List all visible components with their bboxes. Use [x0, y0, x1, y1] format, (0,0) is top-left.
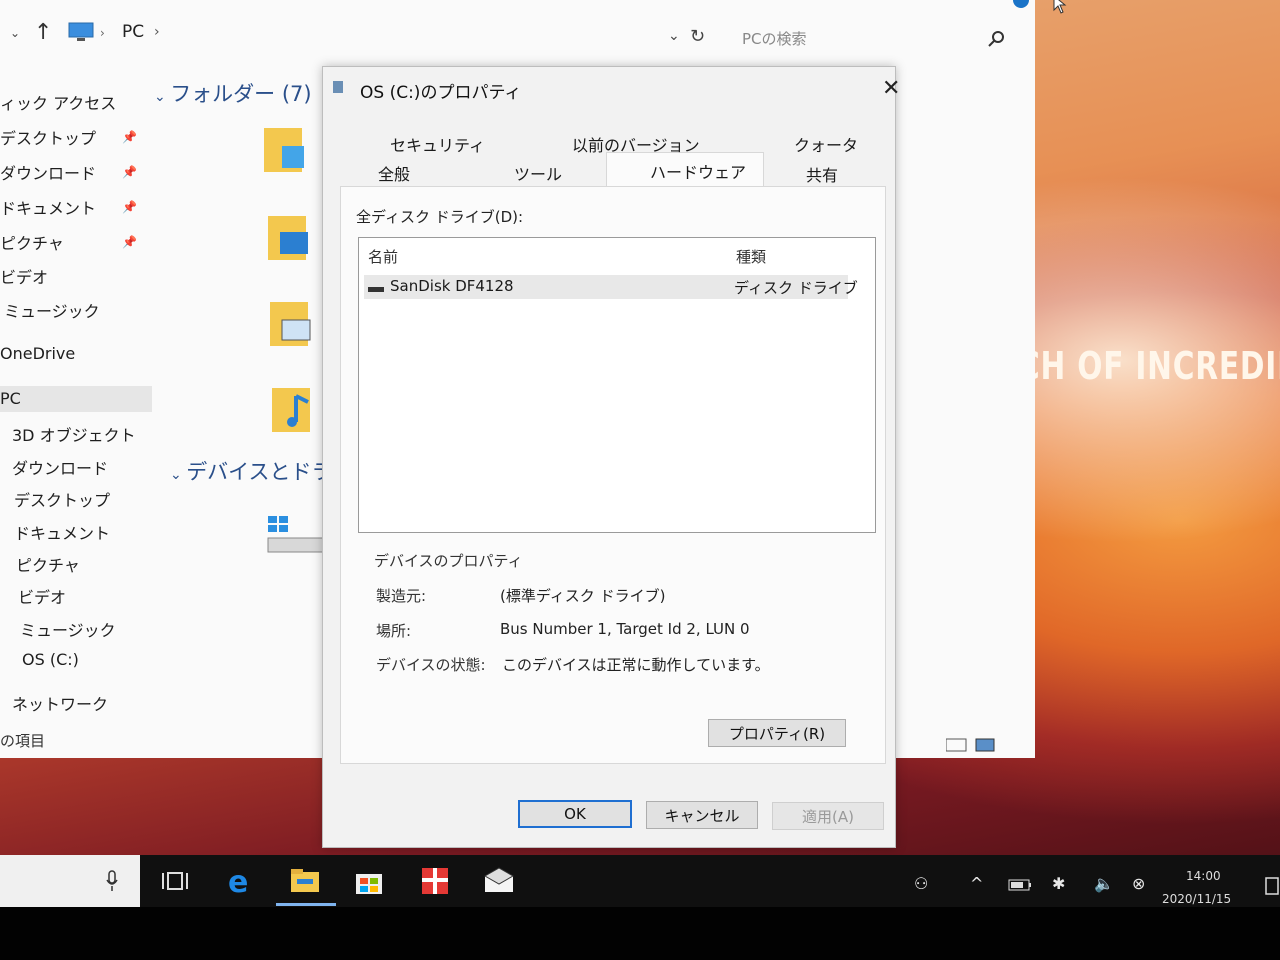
- close-icon[interactable]: ✕: [882, 76, 900, 101]
- screen-bezel: [0, 907, 1280, 960]
- file-explorer-icon[interactable]: [288, 864, 322, 898]
- manufacturer-label: 製造元:: [376, 587, 427, 605]
- gift-icon[interactable]: [418, 864, 452, 898]
- all-disk-drives-label: 全ディスク ドライブ(D):: [356, 208, 524, 226]
- edge-browser-icon[interactable]: e: [224, 864, 258, 898]
- up-arrow-icon[interactable]: ↑: [34, 20, 52, 45]
- taskbar-search-box[interactable]: [0, 855, 140, 907]
- pin-icon: 📌: [122, 200, 137, 214]
- group-folders-label: フォルダー (7): [170, 82, 312, 106]
- svg-text:e: e: [228, 865, 248, 898]
- network-icon[interactable]: ✱: [1052, 874, 1065, 893]
- microphone-icon[interactable]: [106, 870, 118, 892]
- device-properties-heading: デバイスのプロパティ: [374, 552, 523, 570]
- tab-tools[interactable]: ツール: [514, 161, 562, 185]
- task-view-icon[interactable]: [158, 864, 192, 898]
- store-icon[interactable]: [352, 864, 386, 898]
- taskbar: [0, 855, 1280, 907]
- clock-date[interactable]: 2020/11/15: [1162, 892, 1231, 906]
- volume-icon[interactable]: 🔈: [1094, 874, 1114, 893]
- mail-icon[interactable]: [482, 864, 516, 898]
- tab-hardware[interactable]: ハードウェア: [650, 159, 746, 183]
- breadcrumb-separator-icon: ›: [100, 26, 105, 40]
- nav-onedrive[interactable]: OneDrive: [0, 344, 75, 363]
- nav-downloads[interactable]: ダウンロード: [0, 160, 96, 184]
- wallpaper-text: CH OF INCREDIBL: [1018, 344, 1280, 388]
- search-input[interactable]: PCの検索: [742, 28, 807, 49]
- device-status-value: このデバイスは正常に動作しています。: [502, 656, 770, 674]
- mouse-pointer-icon: [1053, 0, 1067, 14]
- cancel-button[interactable]: キャンセル: [646, 801, 758, 829]
- nav-videos[interactable]: ビデオ: [0, 264, 48, 288]
- device-status-label: デバイスの状態:: [376, 656, 486, 674]
- manufacturer-value: (標準ディスク ドライブ): [500, 587, 666, 605]
- music-folder-icon[interactable]: [270, 382, 314, 434]
- address-dropdown-icon[interactable]: ⌄: [668, 28, 680, 44]
- nav-pc-pictures[interactable]: ピクチャ: [16, 552, 80, 576]
- nav-pc-3d-objects[interactable]: 3D オブジェクト: [12, 422, 136, 446]
- breadcrumb-chevron-icon[interactable]: ›: [154, 24, 160, 40]
- location-label: 場所:: [376, 622, 412, 640]
- os-drive-icon[interactable]: [266, 514, 326, 556]
- nav-pc-desktop[interactable]: デスクトップ: [14, 487, 110, 511]
- location-value: Bus Number 1, Target Id 2, LUN 0: [500, 620, 750, 638]
- nav-documents[interactable]: ドキュメント: [0, 195, 96, 219]
- disk-drive-icon: [368, 287, 384, 292]
- ok-button[interactable]: OK: [518, 800, 632, 828]
- nav-pc-downloads[interactable]: ダウンロード: [12, 455, 108, 479]
- nav-pictures[interactable]: ピクチャ: [0, 230, 64, 254]
- nav-pc-music[interactable]: ミュージック: [20, 617, 116, 641]
- tab-previous-versions[interactable]: 以前のバージョン: [572, 132, 700, 156]
- refresh-icon[interactable]: ↻: [690, 26, 705, 47]
- column-header-name[interactable]: 名前: [368, 246, 398, 267]
- row-type-cell[interactable]: ディスク ドライブ: [734, 277, 858, 298]
- recent-locations-chevron-icon[interactable]: ⌄: [10, 26, 20, 40]
- status-bar-item-count: の項目: [0, 732, 46, 750]
- group-folders-header[interactable]: ⌄ フォルダー (7): [154, 78, 312, 108]
- properties-button[interactable]: プロパティ(R): [708, 719, 846, 747]
- pin-icon: 📌: [122, 130, 137, 144]
- drive-icon: [333, 81, 343, 93]
- tab-sharing[interactable]: 共有: [806, 162, 838, 186]
- desktop-folder-icon[interactable]: [266, 210, 310, 262]
- row-name-cell[interactable]: SanDisk DF4128: [390, 277, 514, 295]
- battery-icon[interactable]: [1008, 878, 1032, 892]
- clock-time[interactable]: 14:00: [1186, 869, 1221, 883]
- pin-icon: 📌: [122, 235, 137, 249]
- dialog-title: OS (C:)のプロパティ: [360, 83, 522, 103]
- notifications-icon[interactable]: [1264, 876, 1280, 898]
- pictures-folder-icon[interactable]: [268, 296, 312, 348]
- nav-pc[interactable]: PC: [0, 389, 21, 408]
- tab-general[interactable]: 全般: [378, 161, 410, 185]
- 3d-objects-folder-icon[interactable]: [262, 122, 306, 174]
- view-toggle-icons[interactable]: [946, 737, 996, 753]
- column-header-type[interactable]: 種類: [736, 246, 766, 267]
- nav-pc-videos[interactable]: ビデオ: [18, 584, 66, 608]
- nav-quick-access[interactable]: ィック アクセス: [0, 90, 116, 114]
- tab-security[interactable]: セキュリティ: [390, 132, 485, 156]
- pin-icon: 📌: [122, 165, 137, 179]
- nav-desktop[interactable]: デスクトップ: [0, 125, 96, 149]
- computer-icon: [68, 22, 94, 41]
- nav-pc-os-c[interactable]: OS (C:): [22, 650, 79, 669]
- ime-icon[interactable]: ⊗: [1132, 874, 1145, 893]
- nav-music[interactable]: ミュージック: [4, 298, 100, 322]
- people-icon[interactable]: ⚇: [914, 874, 928, 893]
- breadcrumb-pc[interactable]: PC: [122, 22, 144, 42]
- nav-pc-documents[interactable]: ドキュメント: [14, 520, 110, 544]
- tab-quota[interactable]: クォータ: [794, 132, 858, 156]
- active-app-indicator: [276, 903, 336, 906]
- nav-selection-highlight: [0, 386, 152, 412]
- search-icon[interactable]: [988, 30, 1006, 48]
- nav-network[interactable]: ネットワーク: [12, 691, 108, 715]
- show-hidden-icons-chevron-icon[interactable]: ^: [970, 874, 983, 893]
- apply-button[interactable]: 適用(A): [772, 802, 884, 830]
